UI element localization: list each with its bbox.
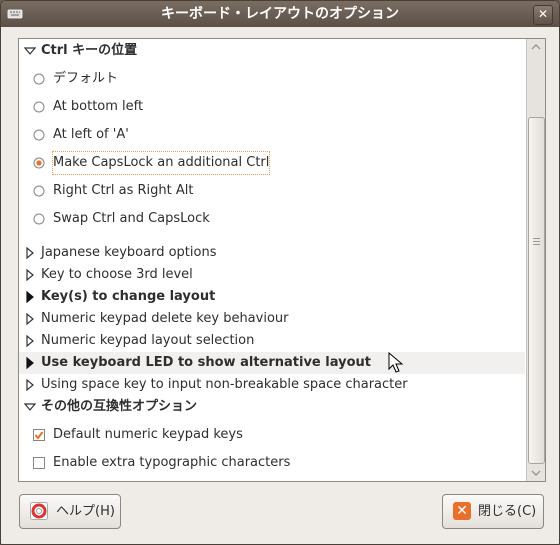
scrollbar-thumb[interactable] [528, 117, 545, 464]
options-tree[interactable]: Ctrl キーの位置 デフォルト At bottom left At left … [18, 38, 546, 482]
close-button[interactable]: ✕ 閉じる(C) [442, 494, 544, 529]
option-label: Swap Ctrl and CapsLock [53, 211, 210, 226]
window-close-button[interactable]: ✕ [533, 5, 553, 25]
collapsed-triangle-icon[interactable] [24, 313, 36, 325]
collapsed-triangle-icon[interactable] [24, 379, 36, 391]
scroll-up-arrow-icon[interactable] [527, 39, 545, 55]
group-label: Japanese keyboard options [41, 245, 217, 260]
checkbox-checked[interactable] [33, 429, 45, 441]
group-label: その他の互換性オプション [41, 399, 198, 414]
group-label: Using space key to input non-breakable s… [41, 377, 408, 392]
collapsed-triangle-icon[interactable] [24, 357, 36, 369]
radio-button[interactable] [33, 185, 45, 197]
radio-button[interactable] [33, 101, 45, 113]
expanded-triangle-icon[interactable] [24, 401, 36, 413]
keyboard-icon [7, 9, 23, 19]
collapsed-triangle-icon[interactable] [24, 269, 36, 281]
option-label: Enable extra typographic characters [53, 455, 291, 470]
checkbox[interactable] [33, 457, 45, 469]
option-label: Make CapsLock an additional Ctrl [51, 151, 271, 175]
title-bar[interactable]: キーボード・レイアウトのオプション ✕ [1, 1, 559, 27]
group-label: Numeric keypad layout selection [41, 333, 255, 348]
tree-group-ctrl-position[interactable]: Ctrl キーの位置 [19, 40, 525, 62]
group-label: Key(s) to change layout [41, 289, 216, 304]
option-label: Right Ctrl as Right Alt [53, 183, 194, 198]
group-label: Key to choose 3rd level [41, 267, 193, 282]
group-label: Use keyboard LED to show alternative lay… [41, 355, 371, 370]
radio-button[interactable] [33, 129, 45, 141]
close-x-icon: ✕ [453, 502, 471, 520]
close-button-label: 閉じる(C) [478, 504, 537, 519]
dialog-window: キーボード・レイアウトのオプション ✕ Ctrl キーの位置 デフォルト At … [0, 0, 560, 545]
tree-group-collapsed[interactable]: Numeric keypad delete key behaviour [19, 308, 525, 330]
tree-group-collapsed-hover[interactable]: Use keyboard LED to show alternative lay… [19, 352, 525, 374]
collapsed-triangle-icon[interactable] [24, 335, 36, 347]
group-label: Numeric keypad delete key behaviour [41, 311, 289, 326]
mouse-pointer-icon [388, 352, 404, 373]
window-title: キーボード・レイアウトのオプション [161, 6, 399, 22]
tree-group-collapsed[interactable]: Key(s) to change layout [19, 286, 525, 308]
radio-button-selected[interactable] [33, 157, 45, 169]
help-button[interactable]: ヘルプ(H) [19, 494, 121, 529]
scroll-down-arrow-icon[interactable] [527, 465, 545, 481]
collapsed-triangle-icon[interactable] [24, 247, 36, 259]
group-label: Ctrl キーの位置 [41, 43, 138, 58]
option-label: At left of 'A' [53, 127, 129, 142]
tree-group-collapsed[interactable]: Using space key to input non-breakable s… [19, 374, 525, 396]
radio-button[interactable] [33, 213, 45, 225]
help-lifebuoy-icon [30, 502, 48, 520]
tree-group-collapsed[interactable]: Numeric keypad layout selection [19, 330, 525, 352]
vertical-scrollbar[interactable] [526, 39, 545, 481]
tree-group-compat-options[interactable]: その他の互換性オプション [19, 396, 525, 418]
tree-group-collapsed[interactable]: Japanese keyboard options [19, 242, 525, 264]
collapsed-triangle-icon[interactable] [24, 291, 36, 303]
radio-button[interactable] [33, 73, 45, 85]
tree-group-collapsed[interactable]: Key to choose 3rd level [19, 264, 525, 286]
expanded-triangle-icon[interactable] [24, 45, 36, 57]
option-label: At bottom left [53, 99, 144, 114]
help-button-label: ヘルプ(H) [56, 504, 115, 519]
option-label: Default numeric keypad keys [53, 427, 243, 442]
option-label: デフォルト [53, 71, 119, 86]
